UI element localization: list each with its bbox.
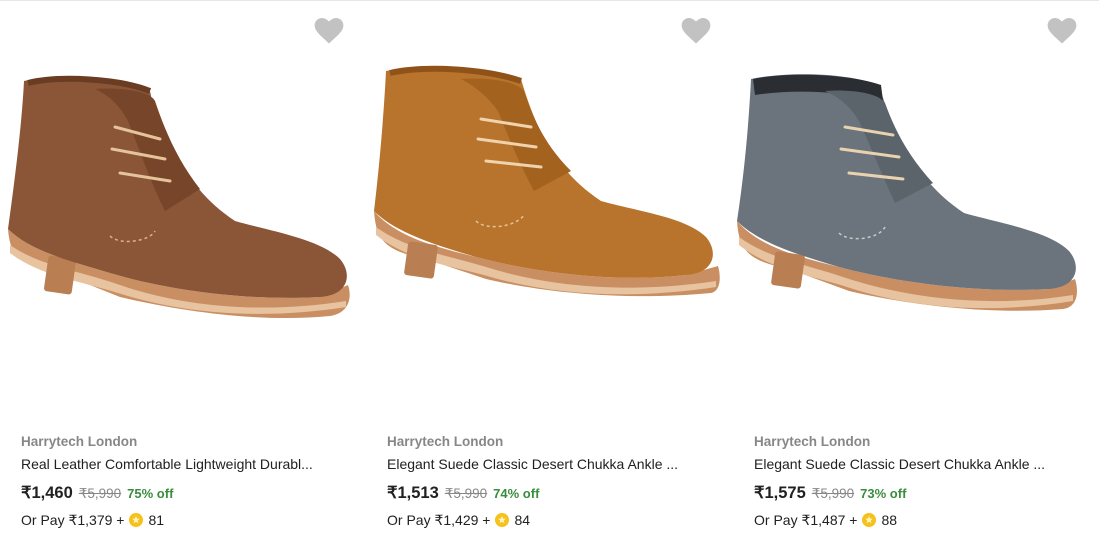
pay-amount: Or Pay ₹1,379 + [21, 512, 125, 528]
pay-with-coins-row: Or Pay ₹1,429 + 84 [387, 511, 717, 529]
pay-amount: Or Pay ₹1,429 + [387, 512, 491, 528]
product-brand: Harrytech London [754, 434, 871, 449]
product-grid: Harrytech London Real Leather Comfortabl… [0, 1, 1099, 547]
wishlist-heart-icon[interactable] [681, 17, 711, 45]
discount-badge: 73% off [860, 486, 907, 501]
product-card[interactable]: Harrytech London Elegant Suede Classic D… [733, 1, 1099, 547]
price-row: ₹1,575 ₹5,990 73% off [754, 483, 1084, 503]
pay-amount: Or Pay ₹1,487 + [754, 512, 858, 528]
product-title[interactable]: Elegant Suede Classic Desert Chukka Ankl… [754, 455, 1084, 473]
wishlist-heart-icon[interactable] [1047, 17, 1077, 45]
coin-count: 88 [881, 512, 898, 528]
discount-badge: 74% off [493, 486, 540, 501]
discount-badge: 75% off [127, 486, 174, 501]
coin-count: 84 [514, 512, 531, 528]
selling-price: ₹1,513 [387, 484, 439, 502]
product-image[interactable] [366, 61, 732, 351]
wishlist-heart-icon[interactable] [314, 17, 344, 45]
selling-price: ₹1,575 [754, 484, 806, 502]
supercoin-icon [129, 513, 144, 527]
pay-with-coins-row: Or Pay ₹1,487 + 88 [754, 511, 1084, 529]
pay-with-coins-row: Or Pay ₹1,379 + 81 [21, 511, 351, 529]
selling-price: ₹1,460 [21, 484, 73, 502]
product-brand: Harrytech London [21, 434, 138, 449]
supercoin-icon [495, 513, 510, 527]
product-info: Harrytech London Elegant Suede Classic D… [387, 433, 717, 529]
product-info: Harrytech London Real Leather Comfortabl… [21, 433, 351, 529]
original-price: ₹5,990 [811, 486, 855, 501]
product-card[interactable]: Harrytech London Elegant Suede Classic D… [366, 1, 733, 547]
product-card[interactable]: Harrytech London Real Leather Comfortabl… [0, 1, 366, 547]
product-title[interactable]: Elegant Suede Classic Desert Chukka Ankl… [387, 455, 717, 473]
product-image[interactable] [733, 61, 1099, 351]
price-row: ₹1,513 ₹5,990 74% off [387, 483, 717, 503]
product-title[interactable]: Real Leather Comfortable Lightweight Dur… [21, 455, 351, 473]
original-price: ₹5,990 [78, 486, 122, 501]
original-price: ₹5,990 [444, 486, 488, 501]
price-row: ₹1,460 ₹5,990 75% off [21, 483, 351, 503]
coin-count: 81 [148, 512, 165, 528]
product-brand: Harrytech London [387, 434, 504, 449]
supercoin-icon [862, 513, 877, 527]
product-info: Harrytech London Elegant Suede Classic D… [754, 433, 1084, 529]
product-image[interactable] [0, 61, 366, 351]
